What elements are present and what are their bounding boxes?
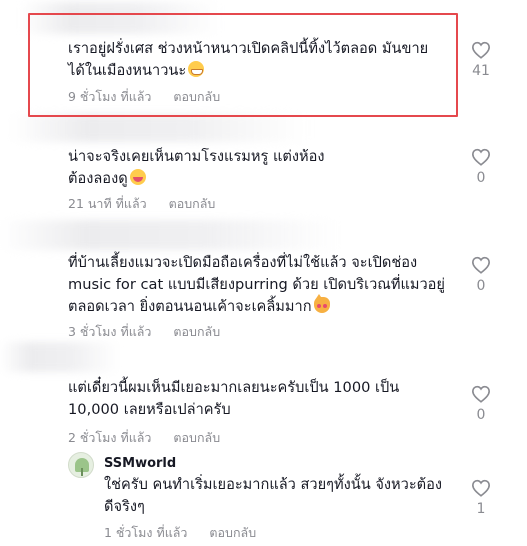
like-count: 1 [476,501,486,517]
blurred-username [0,342,120,372]
comment-time: 21 นาที ที่แล้ว [68,196,147,211]
blurred-username [0,220,340,250]
comment-text: น่าจะจริงเคยเห็นตามโรงแรมหรู แต่งห้อง ต้… [68,148,325,187]
heart-outline-icon [471,479,491,497]
reply-username[interactable]: SSMworld [104,456,176,471]
comment-meta: 3 ชั่วโมง ที่แล้ว ตอบกลับ [68,322,220,342]
reply-meta: 1 ชั่วโมง ที่แล้ว ตอบกลับ [104,523,256,543]
reply-button[interactable]: ตอบกลับ [173,324,220,339]
grinning-face-emoji [188,61,205,77]
reply-time: 1 ชั่วโมง ที่แล้ว [104,525,188,540]
like-button[interactable]: 1 [469,479,493,517]
laughing-face-emoji [129,169,146,185]
comment-meta: 21 นาที ที่แล้ว ตอบกลับ [68,194,215,214]
cat-face-emoji [313,294,330,313]
comment-meta: 9 ชั่วโมง ที่แล้ว ตอบกลับ [68,87,220,107]
comment-text: เราอยู่ฝรั่งเศส ช่วงหน้าหนาวเปิดคลิปนี้ท… [68,40,429,79]
comment-time: 3 ชั่วโมง ที่แล้ว [68,324,152,339]
like-button[interactable]: 41 [469,41,493,79]
like-button[interactable]: 0 [469,385,493,423]
reply-button[interactable]: ตอบกลับ [209,525,256,540]
reply-button[interactable]: ตอบกลับ [173,430,220,445]
reply-text: ใช่ครับ คนทำเริ่มเยอะมากแล้ว สวยๆทั้งนั้… [104,476,443,515]
comment-text: ที่บ้านเลี้ยงแมวจะเปิดมือถือเครื่องที่ไม… [68,254,445,315]
comment-time: 2 ชั่วโมง ที่แล้ว [68,430,152,445]
like-count: 0 [476,170,486,186]
comment-text: แต่เดี๋ยวนี้ผมเห็นมีเยอะมากเลยนะครับเป็น… [68,379,400,418]
reply-button[interactable]: ตอบกลับ [173,89,220,104]
like-button[interactable]: 0 [469,256,493,294]
comment-time: 9 ชั่วโมง ที่แล้ว [68,89,152,104]
ssmworld-avatar[interactable] [68,452,94,478]
reply-button[interactable]: ตอบกลับ [169,196,216,211]
heart-outline-icon [471,41,491,59]
heart-outline-icon [471,148,491,166]
like-count: 41 [472,63,490,79]
heart-outline-icon [471,256,491,274]
heart-outline-icon [471,385,491,403]
like-count: 0 [476,278,486,294]
like-count: 0 [476,407,486,423]
comment-meta: 2 ชั่วโมง ที่แล้ว ตอบกลับ [68,428,220,448]
blurred-username [10,114,310,142]
like-button[interactable]: 0 [469,148,493,186]
